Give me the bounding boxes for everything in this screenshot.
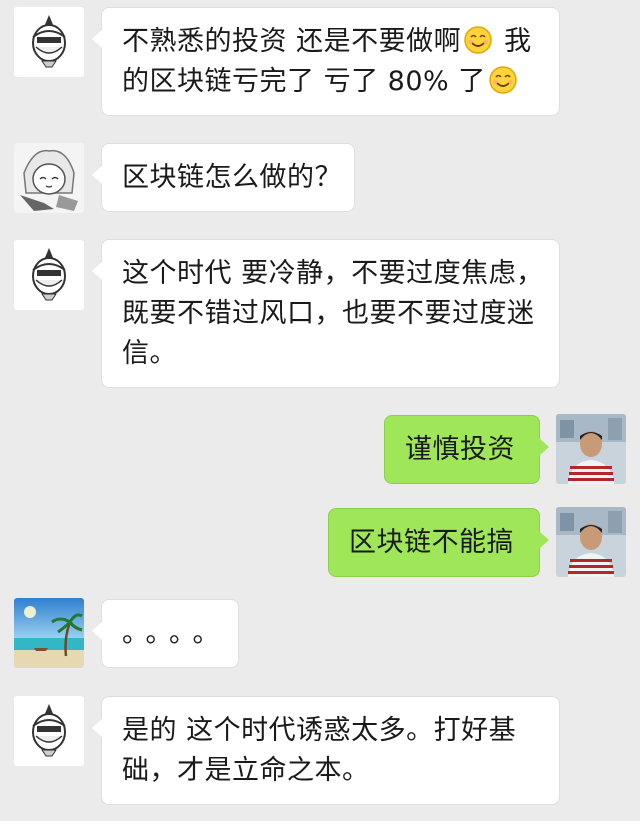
smiling-face-icon (488, 65, 518, 95)
cartoon-helmet-avatar[interactable] (14, 696, 84, 766)
message-bubble[interactable]: 谨慎投资 (384, 415, 549, 484)
message-text-line: 谨慎投资 (405, 434, 515, 465)
cartoon-helmet-avatar[interactable] (14, 7, 84, 77)
message-text-line: 信。 (122, 338, 177, 369)
message-text-line: 不熟悉的投资 还是不要做啊 我 (122, 25, 532, 57)
message-row: 这个时代 要冷静，不要过度焦虑， 既要不错过风口，也要不要过度迷 信。 (0, 235, 640, 395)
message-row: 不熟悉的投资 还是不要做啊 我 的区块链亏完了 亏了 80% 了 (0, 0, 640, 120)
message-text-line: 既要不错过风口，也要不要过度迷 (122, 298, 535, 329)
message-text-line: 是的 这个时代诱惑太多。打好基 (122, 715, 517, 746)
man-photo-avatar[interactable] (556, 507, 626, 577)
message-text-line: 区块链怎么做的？ (122, 162, 342, 193)
chat-window: 不熟悉的投资 还是不要做啊 我 的区块链亏完了 亏了 80% 了 区块链怎么做的… (0, 0, 640, 821)
message-row: 区块链怎么做的？ (0, 138, 640, 218)
cartoon-helmet-avatar[interactable] (14, 240, 84, 310)
message-row: 是的 这个时代诱惑太多。打好基 础，才是立命之本。 (0, 690, 640, 815)
message-text-line: 区块链不能搞 (349, 527, 514, 558)
message-bubble[interactable]: 区块链不能搞 (328, 508, 549, 577)
anime-girl-avatar[interactable] (14, 143, 84, 213)
message-bubble[interactable]: 区块链怎么做的？ (92, 143, 355, 212)
message-bubble[interactable]: 。。。。 (92, 599, 239, 668)
message-text-line: 。。。。 (122, 618, 230, 649)
message-text-line: 的区块链亏完了 亏了 80% 了 (122, 62, 539, 102)
message-row: 区块链不能搞 (0, 502, 640, 582)
message-text-line: 础，才是立命之本。 (122, 755, 370, 786)
message-row: 谨慎投资 (0, 408, 640, 488)
message-bubble[interactable]: 不熟悉的投资 还是不要做啊 我 的区块链亏完了 亏了 80% 了 (92, 7, 560, 116)
beach-photo-avatar[interactable] (14, 598, 84, 668)
message-text-line: 这个时代 要冷静，不要过度焦虑， (122, 258, 544, 289)
man-photo-avatar[interactable] (556, 414, 626, 484)
message-bubble[interactable]: 是的 这个时代诱惑太多。打好基 础，才是立命之本。 (92, 696, 560, 805)
smiling-face-icon (463, 25, 493, 55)
message-row: 。。。。 (0, 596, 640, 676)
message-bubble[interactable]: 这个时代 要冷静，不要过度焦虑， 既要不错过风口，也要不要过度迷 信。 (92, 239, 560, 388)
